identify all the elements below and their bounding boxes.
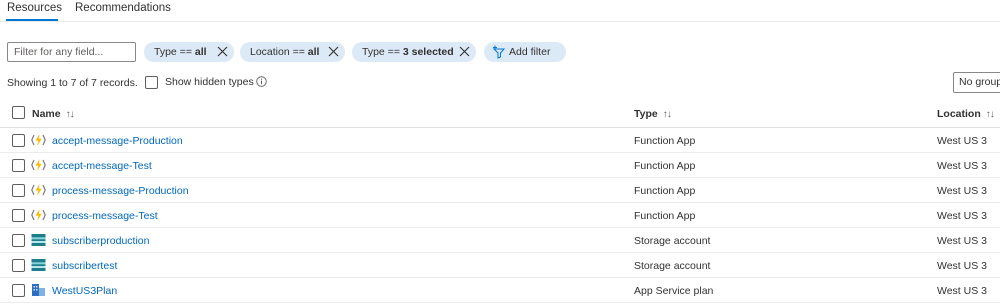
table-row[interactable]: subscriberproduction Storage account West …: [0, 228, 1000, 253]
function-app-icon: [31, 208, 46, 222]
resource-type: App Service plan: [634, 285, 714, 297]
resource-type: Storage account: [634, 260, 711, 272]
filter-pill-prefix: Type ==: [154, 46, 195, 58]
resource-location: West US 3: [937, 185, 987, 197]
tab-resources[interactable]: Resources: [7, 2, 62, 14]
table-row[interactable]: accept-message-Production Function App Wes…: [0, 128, 1000, 153]
resource-location: West US 3: [937, 285, 987, 297]
row-checkbox[interactable]: [12, 284, 25, 297]
grouping-dropdown[interactable]: No grouping: [953, 72, 1000, 93]
resource-name-link[interactable]: process-message-Production: [52, 185, 189, 197]
table-row[interactable]: subscribertest Storage account West US 3: [0, 253, 1000, 278]
column-header-name[interactable]: Name ↑↓: [32, 108, 75, 120]
show-hidden-types-label: Show hidden types: [165, 76, 254, 88]
filter-pill-type-selected[interactable]: Type == 3 selected: [352, 42, 476, 62]
info-icon[interactable]: [256, 76, 267, 87]
table-header: Name ↑↓ Type ↑↓ Location ↑↓: [0, 100, 1000, 128]
filter-pill-value: all: [307, 46, 320, 58]
select-all-checkbox[interactable]: [12, 106, 25, 119]
function-app-icon: [31, 158, 46, 172]
active-tab-indicator: [6, 19, 58, 21]
resource-name-link[interactable]: WestUS3Plan: [52, 285, 117, 297]
row-checkbox[interactable]: [12, 259, 25, 272]
resource-type: Function App: [634, 135, 696, 147]
sort-icon: ↑↓: [985, 109, 995, 120]
resource-location: West US 3: [937, 235, 987, 247]
filter-pill-value: 3 selected: [402, 46, 454, 58]
function-app-icon: [31, 183, 46, 197]
function-app-icon: [31, 133, 46, 147]
storage-account-icon: [31, 233, 46, 247]
add-filter-icon: [492, 45, 506, 59]
filter-input[interactable]: [7, 42, 136, 62]
row-checkbox[interactable]: [12, 159, 25, 172]
column-header-location-label: Location: [937, 108, 981, 120]
filter-pill-prefix: Location ==: [250, 46, 308, 58]
resource-type: Function App: [634, 160, 696, 172]
resource-name-link[interactable]: process-message-Test: [52, 210, 158, 222]
resource-name-link[interactable]: subscriberproduction: [52, 235, 149, 247]
table-row[interactable]: accept-message-Test Function App West US 3: [0, 153, 1000, 178]
sort-icon: ↑↓: [65, 109, 75, 120]
resource-name-link[interactable]: accept-message-Production: [52, 135, 183, 147]
resource-type: Storage account: [634, 235, 711, 247]
row-checkbox[interactable]: [12, 184, 25, 197]
resource-location: West US 3: [937, 135, 987, 147]
resource-location: West US 3: [937, 210, 987, 222]
column-header-type-label: Type: [634, 108, 658, 120]
tab-bar: Resources Recommendations: [0, 0, 1000, 22]
resource-name-link[interactable]: accept-message-Test: [52, 160, 152, 172]
column-header-name-label: Name: [32, 108, 61, 120]
column-header-type[interactable]: Type ↑↓: [634, 108, 672, 120]
row-checkbox[interactable]: [12, 234, 25, 247]
storage-account-icon: [31, 258, 46, 272]
table-row[interactable]: process-message-Production Function App We…: [0, 178, 1000, 203]
add-filter-button[interactable]: Add filter: [484, 42, 566, 62]
filter-pill-type[interactable]: Type == all: [144, 42, 234, 62]
close-icon[interactable]: [217, 46, 228, 57]
resource-type: Function App: [634, 210, 696, 222]
filter-pill-value: all: [194, 46, 207, 58]
row-checkbox[interactable]: [12, 134, 25, 147]
records-count: Showing 1 to 7 of 7 records.: [7, 77, 138, 89]
filter-pill-location[interactable]: Location == all: [240, 42, 345, 62]
resource-location: West US 3: [937, 260, 987, 272]
resource-location: West US 3: [937, 160, 987, 172]
show-hidden-types-checkbox[interactable]: [145, 76, 158, 89]
app-service-plan-icon: [31, 283, 46, 297]
add-filter-label: Add filter: [509, 46, 551, 58]
close-icon[interactable]: [328, 46, 339, 57]
sort-icon: ↑↓: [662, 109, 672, 120]
tab-recommendations[interactable]: Recommendations: [75, 2, 171, 14]
filter-pill-prefix: Type ==: [362, 46, 403, 58]
column-header-location[interactable]: Location ↑↓: [937, 108, 995, 120]
row-checkbox[interactable]: [12, 209, 25, 222]
table-row[interactable]: WestUS3Plan App Service plan West US 3: [0, 278, 1000, 303]
table-row[interactable]: process-message-Test Function App West US …: [0, 203, 1000, 228]
close-icon[interactable]: [459, 46, 470, 57]
resource-name-link[interactable]: subscribertest: [52, 260, 117, 272]
resource-type: Function App: [634, 185, 696, 197]
